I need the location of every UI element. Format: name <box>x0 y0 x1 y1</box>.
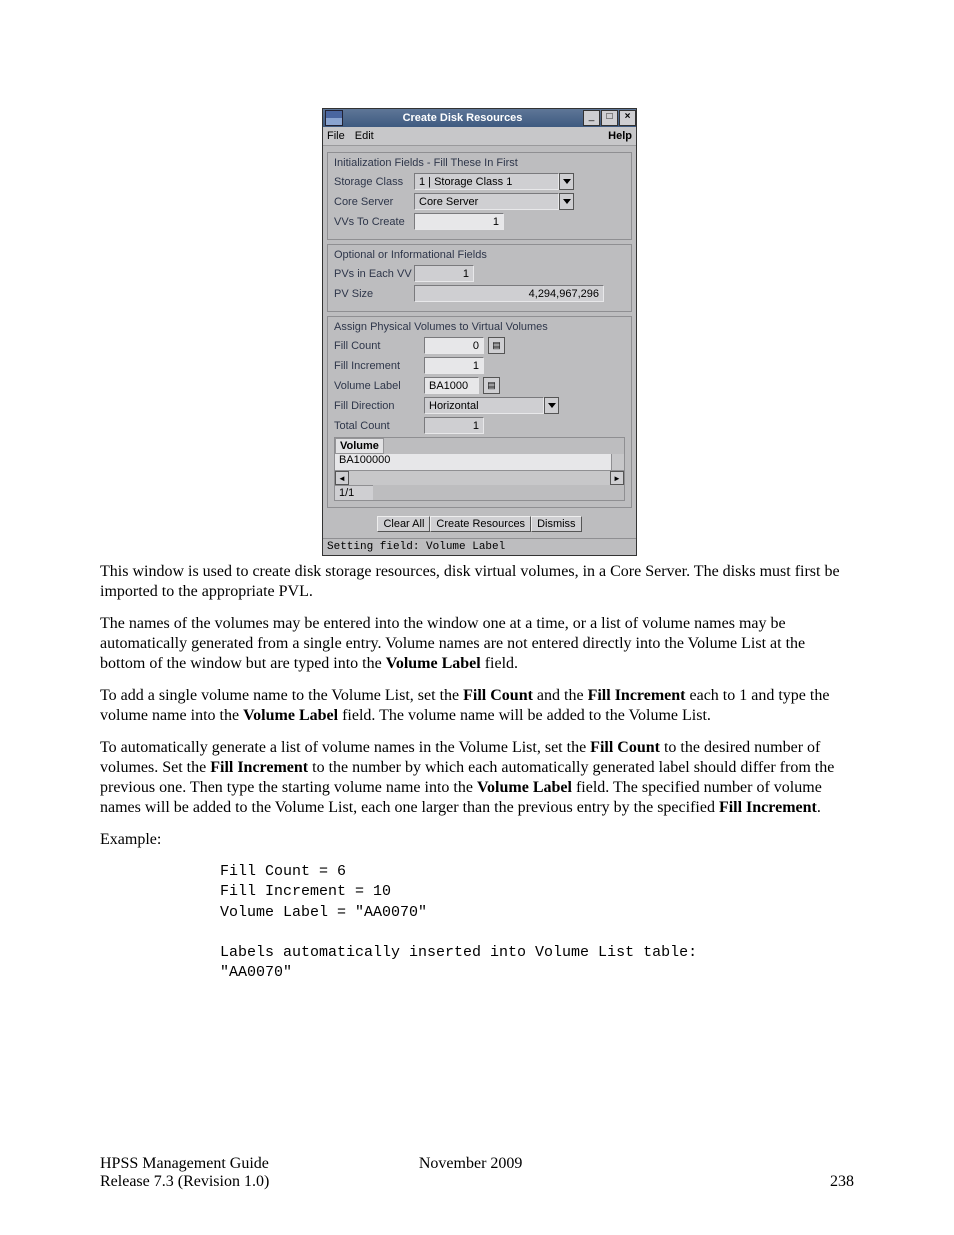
volume-list: Volume BA100000 ◄ ► 1/1 <box>334 437 625 501</box>
example-code: Fill Count = 6 Fill Increment = 10 Volum… <box>220 862 854 984</box>
total-count-field: 1 <box>424 417 484 434</box>
core-server-label: Core Server <box>334 196 414 208</box>
volume-list-footer: 1/1 <box>335 485 373 500</box>
window-title: Create Disk Resources <box>343 112 582 124</box>
menu-help[interactable]: Help <box>608 130 632 142</box>
volume-label-input[interactable]: BA1000 <box>424 377 479 394</box>
pv-size-label: PV Size <box>334 288 414 300</box>
page-footer: HPSS Management Guide November 2009 Rele… <box>100 1155 854 1191</box>
minimize-button[interactable]: _ <box>583 110 600 126</box>
fill-count-label: Fill Count <box>334 340 424 352</box>
group-title: Assign Physical Volumes to Virtual Volum… <box>334 321 625 333</box>
chevron-down-icon[interactable] <box>559 193 574 210</box>
group-title: Optional or Informational Fields <box>334 249 625 261</box>
create-resources-button[interactable]: Create Resources <box>430 516 531 532</box>
chevron-down-icon[interactable] <box>544 397 559 414</box>
core-server-combo[interactable]: Core Server <box>414 193 559 210</box>
volume-list-item[interactable]: BA100000 <box>335 454 624 470</box>
status-bar: Setting field: Volume Label <box>323 538 636 555</box>
pvs-in-each-vv-label: PVs in Each VV <box>334 268 414 280</box>
vvs-to-create-input[interactable]: 1 <box>414 213 504 230</box>
group-optional-fields: Optional or Informational Fields PVs in … <box>327 244 632 312</box>
close-button[interactable]: × <box>619 110 636 126</box>
fill-count-input[interactable]: 0 <box>424 337 484 354</box>
footer-release: Release 7.3 (Revision 1.0) <box>100 1173 854 1191</box>
clear-all-button[interactable]: Clear All <box>377 516 430 532</box>
example-label: Example: <box>100 830 854 850</box>
maximize-button[interactable]: □ <box>601 110 618 126</box>
scrollbar-vertical[interactable] <box>611 454 624 470</box>
pv-size-field: 4,294,967,296 <box>414 285 604 302</box>
volume-label-label: Volume Label <box>334 380 424 392</box>
footer-date: November 2009 <box>419 1155 523 1173</box>
fill-direction-combo[interactable]: Horizontal <box>424 397 544 414</box>
system-menu-icon[interactable] <box>325 110 343 126</box>
vvs-to-create-label: VVs To Create <box>334 216 414 228</box>
document-body: This window is used to create disk stora… <box>100 562 854 984</box>
paragraph: This window is used to create disk stora… <box>100 562 854 602</box>
fill-increment-label: Fill Increment <box>334 360 424 372</box>
group-assign-volumes: Assign Physical Volumes to Virtual Volum… <box>327 316 632 508</box>
volume-list-header[interactable]: Volume <box>335 438 384 454</box>
scroll-right-icon[interactable]: ► <box>610 471 624 485</box>
group-initialization-fields: Initialization Fields - Fill These In Fi… <box>327 152 632 240</box>
pvs-in-each-vv-field: 1 <box>414 265 474 282</box>
list-item-text: BA100000 <box>339 454 390 466</box>
menu-file[interactable]: File <box>327 130 345 142</box>
list-icon[interactable]: ▤ <box>488 337 505 354</box>
create-disk-resources-dialog: Create Disk Resources _ □ × File Edit He… <box>322 108 637 556</box>
paragraph: To automatically generate a list of volu… <box>100 738 854 818</box>
paragraph: To add a single volume name to the Volum… <box>100 686 854 726</box>
scroll-left-icon[interactable]: ◄ <box>335 471 349 485</box>
list-icon[interactable]: ▤ <box>483 377 500 394</box>
group-title: Initialization Fields - Fill These In Fi… <box>334 157 625 169</box>
storage-class-label: Storage Class <box>334 176 414 188</box>
fill-direction-label: Fill Direction <box>334 400 424 412</box>
paragraph: The names of the volumes may be entered … <box>100 614 854 674</box>
menu-edit[interactable]: Edit <box>355 130 374 142</box>
button-row: Clear AllCreate ResourcesDismiss <box>326 516 633 532</box>
titlebar[interactable]: Create Disk Resources _ □ × <box>323 109 636 127</box>
menubar: File Edit Help <box>323 127 636 146</box>
total-count-label: Total Count <box>334 420 424 432</box>
fill-increment-input[interactable]: 1 <box>424 357 484 374</box>
page-number: 238 <box>830 1173 854 1191</box>
chevron-down-icon[interactable] <box>559 173 574 190</box>
storage-class-combo[interactable]: 1 | Storage Class 1 <box>414 173 559 190</box>
dismiss-button[interactable]: Dismiss <box>531 516 582 532</box>
footer-guide: HPSS Management Guide <box>100 1155 269 1173</box>
scrollbar-horizontal[interactable]: ◄ ► <box>335 470 624 485</box>
